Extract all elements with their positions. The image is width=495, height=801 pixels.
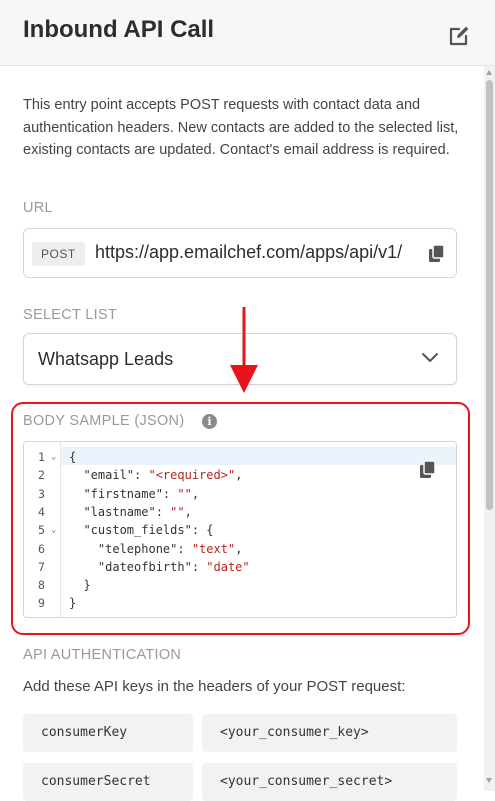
body-sample-label: BODY SAMPLE (JSON) bbox=[23, 413, 185, 429]
line-number: 3 bbox=[38, 486, 45, 501]
code-text: } bbox=[69, 594, 76, 612]
method-badge: POST bbox=[32, 242, 85, 266]
info-icon[interactable]: i bbox=[202, 414, 217, 429]
url-label: URL bbox=[23, 200, 53, 216]
auth-value-cell[interactable]: <your_consumer_key> bbox=[202, 714, 457, 752]
json-key: "telephone": bbox=[69, 541, 192, 556]
json-string: "" bbox=[170, 504, 185, 519]
scroll-down-arrow-icon[interactable] bbox=[486, 778, 492, 783]
code-text: "lastname": "", bbox=[69, 503, 192, 521]
json-code-editor[interactable]: 1 ⌄ {2 "email": "<required>", 3 "firstname"… bbox=[23, 441, 457, 618]
selected-list-value: Whatsapp Leads bbox=[38, 349, 174, 369]
code-text: "telephone": "text", bbox=[69, 540, 243, 558]
json-string: "date" bbox=[206, 559, 250, 574]
api-auth-label: API AUTHENTICATION bbox=[23, 647, 182, 663]
json-punctuation: , bbox=[235, 468, 243, 483]
code-text: "dateofbirth": "date" bbox=[69, 558, 250, 576]
annotation-arrow-icon bbox=[230, 307, 258, 393]
line-number: 2 bbox=[38, 468, 45, 483]
json-key: "email": bbox=[69, 468, 149, 483]
json-key: } bbox=[69, 596, 77, 611]
fold-chevron-icon[interactable]: ⌄ bbox=[51, 448, 56, 466]
json-key: "custom_fields": { bbox=[69, 523, 214, 538]
code-text: "firstname": "", bbox=[69, 485, 199, 503]
code-text: } bbox=[69, 576, 91, 594]
line-number: 4 bbox=[38, 504, 45, 519]
scrollbar-thumb[interactable] bbox=[486, 80, 493, 510]
api-auth-description: Add these API keys in the headers of you… bbox=[23, 678, 406, 695]
line-number: 9 bbox=[38, 596, 45, 611]
edit-icon[interactable] bbox=[447, 24, 471, 48]
url-field[interactable]: POST https://app.emailchef.com/apps/api/… bbox=[23, 228, 457, 278]
line-number: 5 bbox=[38, 523, 45, 538]
line-number: 1 bbox=[38, 450, 45, 464]
url-text[interactable]: https://app.emailchef.com/apps/api/v1/ bbox=[95, 242, 420, 263]
json-string: "<required>" bbox=[148, 468, 236, 483]
chevron-down-icon bbox=[422, 353, 438, 362]
json-key: { bbox=[69, 450, 77, 464]
json-punctuation: , bbox=[191, 486, 200, 501]
scroll-up-arrow-icon[interactable] bbox=[486, 70, 492, 75]
json-string: "" bbox=[177, 486, 192, 501]
select-list-label: SELECT LIST bbox=[23, 307, 118, 323]
code-text: "custom_fields": { bbox=[69, 521, 214, 539]
line-number: 7 bbox=[38, 559, 45, 574]
copy-url-icon[interactable] bbox=[428, 244, 446, 264]
auth-key-cell[interactable]: consumerKey bbox=[23, 714, 193, 752]
json-key: "firstname": bbox=[69, 486, 178, 501]
code-text: { bbox=[69, 448, 76, 466]
panel-header: Inbound API Call bbox=[0, 0, 495, 66]
code-text: "email": "<required>", bbox=[69, 466, 242, 484]
active-line-highlight bbox=[24, 447, 456, 465]
entry-point-description: This entry point accepts POST requests w… bbox=[23, 97, 459, 158]
line-number: 6 bbox=[38, 541, 45, 556]
json-string: "text" bbox=[191, 541, 236, 556]
fold-chevron-icon[interactable]: ⌄ bbox=[51, 521, 56, 539]
json-key: "lastname": bbox=[69, 504, 171, 519]
json-key: "dateofbirth": bbox=[69, 559, 207, 574]
copy-code-icon[interactable] bbox=[419, 460, 437, 480]
panel-title: Inbound API Call bbox=[23, 16, 215, 43]
auth-value-cell[interactable]: <your_consumer_secret> bbox=[202, 763, 457, 801]
line-number: 8 bbox=[38, 578, 45, 593]
auth-key-cell[interactable]: consumerSecret bbox=[23, 763, 193, 801]
json-punctuation: , bbox=[184, 504, 192, 519]
json-punctuation: , bbox=[235, 541, 243, 556]
json-key: } bbox=[69, 578, 91, 593]
